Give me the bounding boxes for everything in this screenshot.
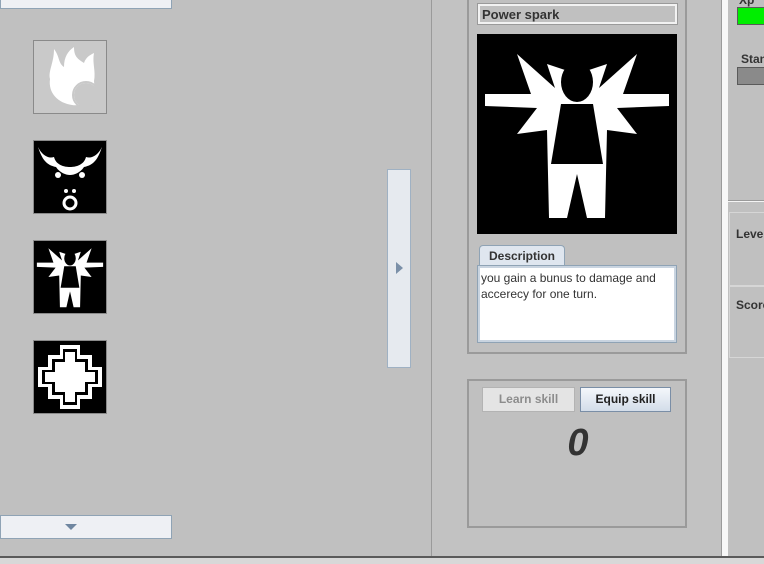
skill-points-value: 0	[567, 422, 589, 464]
scroll-up-button[interactable]	[0, 0, 172, 9]
expand-panel-button[interactable]	[387, 169, 411, 368]
divider	[728, 200, 764, 202]
score-label: Score	[736, 298, 764, 312]
bull-head-icon	[38, 147, 102, 211]
power-spark-icon	[36, 248, 104, 308]
equip-skill-button[interactable]: Equip skill	[580, 387, 671, 412]
chevron-down-icon	[65, 524, 77, 530]
power-spark-icon	[485, 54, 669, 218]
skill-tile-fire[interactable]	[33, 40, 107, 114]
learn-skill-button[interactable]: Learn skill	[482, 387, 575, 412]
xp-label: Xp	[739, 0, 755, 7]
skill-tile-power-spark[interactable]	[33, 240, 107, 314]
health-cross-icon	[38, 345, 102, 409]
chevron-right-icon	[396, 262, 403, 274]
skill-tile-health[interactable]	[33, 340, 107, 414]
skill-name-label: Power spark	[477, 3, 678, 25]
status-bar	[0, 556, 764, 564]
tab-description[interactable]: Description	[479, 245, 565, 267]
stamina-bar	[737, 67, 764, 85]
level-label: Level	[736, 227, 764, 241]
skill-image	[477, 34, 677, 234]
fire-icon	[49, 47, 100, 109]
level-group	[729, 212, 764, 286]
column-divider	[722, 0, 728, 556]
skill-tile-bull[interactable]	[33, 140, 107, 214]
scroll-down-button[interactable]	[0, 515, 172, 539]
xp-bar	[737, 7, 764, 25]
stamina-label: Stan	[741, 52, 764, 66]
score-group	[729, 286, 764, 358]
description-text: you gain a bunus to damage and accerecy …	[481, 271, 656, 301]
